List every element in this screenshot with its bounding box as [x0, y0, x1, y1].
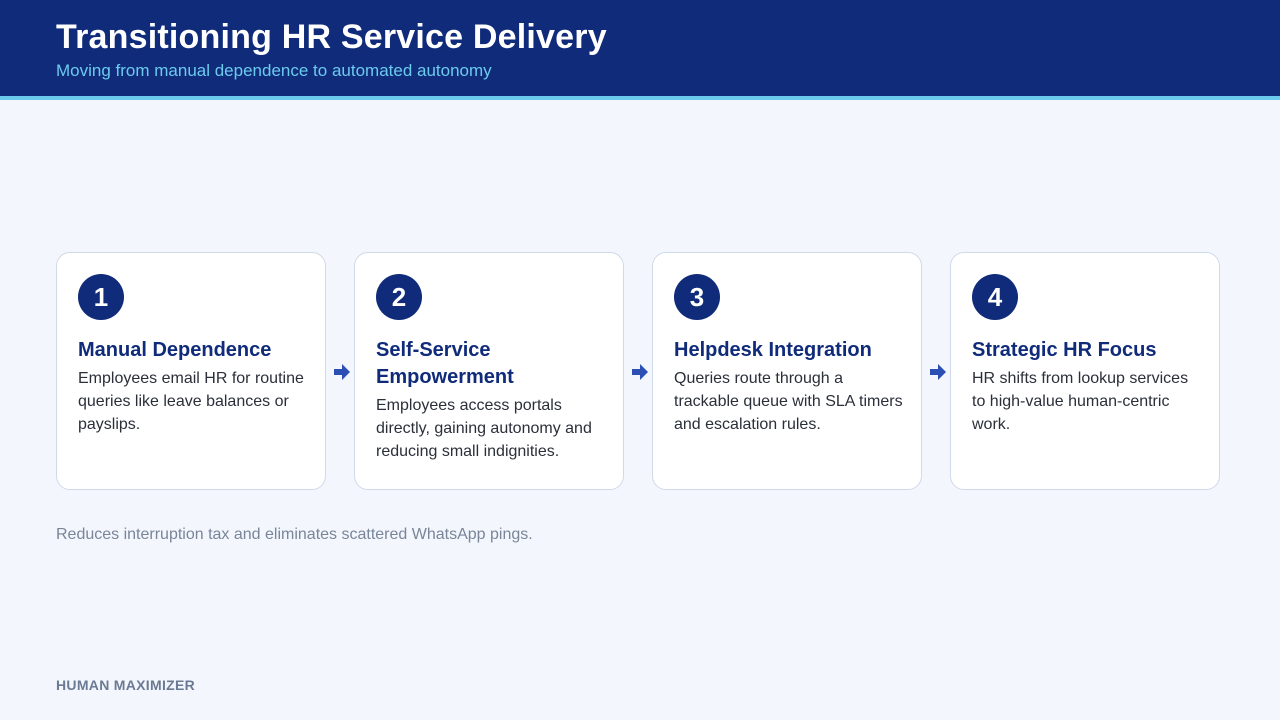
step-description: Employees email HR for routine queries l…	[78, 370, 304, 433]
step-card-4: 4 Strategic HR Focus HR shifts from look…	[950, 252, 1220, 490]
step-number-badge: 2	[376, 274, 422, 320]
step-number-badge: 3	[674, 274, 720, 320]
page-title: Transitioning HR Service Delivery	[56, 18, 607, 56]
header-accent-line	[0, 96, 1280, 100]
step-title: Strategic HR Focus	[972, 339, 1157, 361]
step-card-1: 1 Manual Dependence Employees email HR f…	[56, 252, 326, 490]
arrow-right-icon	[930, 364, 946, 380]
page-subtitle: Moving from manual dependence to automat…	[56, 61, 492, 80]
step-description: Queries route through a trackable queue …	[674, 370, 903, 433]
step-card-3: 3 Helpdesk Integration Queries route thr…	[652, 252, 922, 490]
step-number-badge: 4	[972, 274, 1018, 320]
slide: Transitioning HR Service Delivery Moving…	[0, 0, 1280, 720]
step-description: Employees access portals directly, gaini…	[376, 397, 592, 460]
step-title: Helpdesk Integration	[674, 339, 872, 361]
step-title: Manual Dependence	[78, 339, 272, 361]
brand-label: HUMAN MAXIMIZER	[56, 677, 196, 693]
header-bar: Transitioning HR Service Delivery Moving…	[0, 0, 1280, 96]
step-title: Self-Service Empowerment	[376, 339, 514, 388]
arrow-right-icon	[334, 364, 350, 380]
process-flow: 1 Manual Dependence Employees email HR f…	[56, 252, 1224, 492]
arrow-right-icon	[632, 364, 648, 380]
footnote: Reduces interruption tax and eliminates …	[56, 526, 533, 543]
step-number-badge: 1	[78, 274, 124, 320]
step-description: HR shifts from lookup services to high-v…	[972, 370, 1189, 433]
step-card-2: 2 Self-Service Empowerment Employees acc…	[354, 252, 624, 490]
